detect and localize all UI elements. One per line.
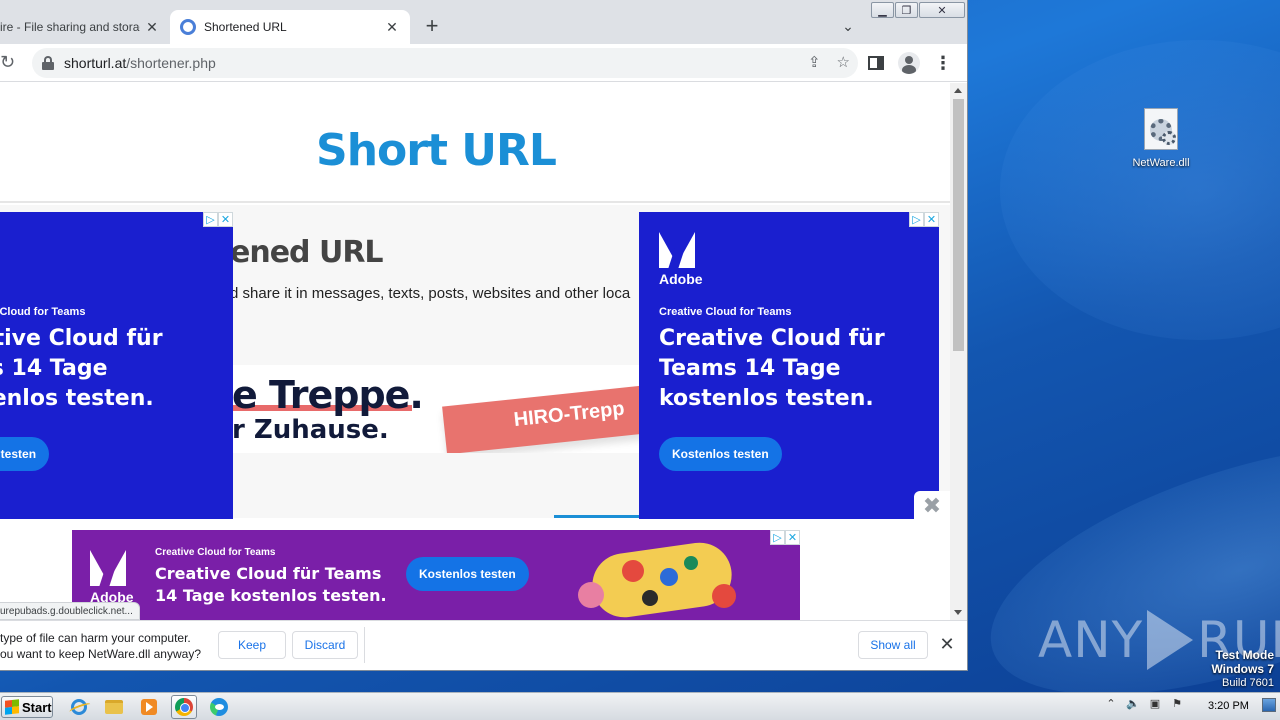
tab-file-sharing[interactable]: ire - File sharing and storage ✕ <box>0 10 166 44</box>
page-viewport: Short URL ened URL d share it in message… <box>0 83 950 620</box>
adobe-icon <box>659 232 695 268</box>
volume-icon[interactable]: 🔈 <box>1126 696 1140 710</box>
scroll-down-icon[interactable] <box>954 610 962 615</box>
ad-headline: reative Cloud für ams 14 Tage ostenlos t… <box>0 326 163 411</box>
play-icon <box>1147 610 1194 670</box>
download-warning: type of file can harm your computer. ou … <box>0 631 201 661</box>
internet-explorer-taskbar-icon[interactable] <box>66 695 92 719</box>
restore-button[interactable]: ❐ <box>895 2 918 18</box>
ad-close-icon[interactable]: ✕ <box>218 212 233 227</box>
system-tray: ⌃ 🔈 ▣ ⚑ <box>1104 696 1184 710</box>
adobe-icon <box>90 550 126 586</box>
menu-kebab-icon[interactable]: ⋮ <box>934 54 952 72</box>
left-adobe-ad[interactable]: ▷✕ Creative Cloud for Teams reative Clou… <box>0 212 233 519</box>
adobe-logo: Adobe <box>90 550 134 605</box>
lock-icon[interactable] <box>42 56 54 70</box>
dll-file-icon <box>1144 108 1178 150</box>
network-icon[interactable]: ▣ <box>1148 696 1162 710</box>
adchoices-icon[interactable]: ▷ <box>909 212 924 227</box>
ad-close-icon[interactable]: ✕ <box>785 530 800 545</box>
tray-expand-icon[interactable]: ⌃ <box>1104 696 1118 710</box>
window-controls: ▁ ❐ ✕ <box>871 2 966 18</box>
scrollbar-thumb[interactable] <box>953 99 964 351</box>
test-mode-watermark: Test Mode Windows 7 Build 7601 <box>1211 648 1274 689</box>
status-bubble: urepubads.g.doubleclick.net... <box>0 602 140 620</box>
ad-cta-button[interactable]: Kostenlos testen <box>659 437 782 471</box>
divider <box>364 627 365 663</box>
ad-cta-button[interactable]: Kostenlos testen <box>406 557 529 591</box>
ad-headline: Creative Cloud für Teams 14 Tage kostenl… <box>155 564 387 605</box>
adobe-logo: Adobe <box>659 232 703 287</box>
hiro-treppe-band: HIRO-Trepp <box>442 383 642 453</box>
tab-close-icon[interactable]: ✕ <box>144 19 160 35</box>
taskbar: Start ⌃ 🔈 ▣ ⚑ 3:20 PM <box>0 692 1280 720</box>
show-desktop-button[interactable] <box>1262 698 1276 712</box>
windows-logo-icon <box>5 699 19 715</box>
chrome-window: ire - File sharing and storage ✕ Shorten… <box>0 0 968 671</box>
tab-strip: ire - File sharing and storage ✕ Shorten… <box>0 0 967 44</box>
ad-illustration <box>562 534 762 620</box>
sticky-ad-close-icon[interactable]: ✖ <box>914 491 950 521</box>
site-header: Short URL <box>0 83 950 203</box>
hiro-treppe-ad[interactable]: e Treppe. r Zuhause. HIRO-Trepp <box>232 365 642 453</box>
browser-toolbar: ↻ shorturl.at/shortener.php ⇪ ☆ ⋮ <box>0 44 967 82</box>
ad-cta-button[interactable]: enlos testen <box>0 437 50 471</box>
keep-button[interactable]: Keep <box>218 631 286 659</box>
clock[interactable]: 3:20 PM <box>1208 700 1249 712</box>
profile-avatar-icon[interactable] <box>898 52 920 74</box>
ad-close-icon[interactable]: ✕ <box>924 212 939 227</box>
adchoices-icon[interactable]: ▷ <box>770 530 785 545</box>
bookmark-star-icon[interactable]: ☆ <box>837 53 850 71</box>
start-button[interactable]: Start <box>1 696 53 718</box>
scroll-up-icon[interactable] <box>954 88 962 93</box>
discard-button[interactable]: Discard <box>292 631 358 659</box>
page-description: d share it in messages, texts, posts, we… <box>230 285 631 302</box>
close-download-bar-icon[interactable]: ✕ <box>938 634 956 654</box>
tab-search-chevron-icon[interactable]: ⌄ <box>838 16 858 36</box>
share-icon[interactable]: ⇪ <box>808 53 821 71</box>
bottom-adobe-ad[interactable]: ▷ ✕ Adobe Creative Cloud for Teams Creati… <box>72 530 800 620</box>
reload-icon[interactable]: ↻ <box>0 52 20 72</box>
address-bar[interactable]: shorturl.at/shortener.php ⇪ ☆ <box>32 48 858 78</box>
favicon-icon <box>180 19 196 35</box>
desktop-icon-netware-dll[interactable]: NetWare.dll <box>1126 108 1196 169</box>
ad-headline: Creative Cloud für Teams 14 Tage kostenl… <box>659 326 885 411</box>
edge-taskbar-icon[interactable] <box>206 695 232 719</box>
chrome-taskbar-icon[interactable] <box>171 695 197 719</box>
tab-close-icon[interactable]: ✕ <box>384 19 400 35</box>
wallpaper-glow <box>1000 40 1280 340</box>
vertical-scrollbar[interactable] <box>950 83 967 620</box>
tab-shortened-url[interactable]: Shortened URL ✕ <box>170 10 410 44</box>
desktop-icon-label: NetWare.dll <box>1132 157 1190 169</box>
right-adobe-ad[interactable]: ▷ ✕ Adobe Creative Cloud for Teams Creati… <box>639 212 939 519</box>
site-title[interactable]: Short URL <box>0 125 872 176</box>
minimize-button[interactable]: ▁ <box>871 2 894 18</box>
media-player-taskbar-icon[interactable] <box>136 695 162 719</box>
page-heading: ened URL <box>230 235 384 270</box>
adchoices-icon[interactable]: ▷ <box>203 212 218 227</box>
action-center-flag-icon[interactable]: ⚑ <box>1170 696 1184 710</box>
new-tab-button[interactable]: + <box>420 13 444 38</box>
side-panel-icon[interactable] <box>868 56 884 70</box>
download-bar: type of file can harm your computer. ou … <box>0 620 967 670</box>
show-all-button[interactable]: Show all <box>858 631 928 659</box>
close-window-button[interactable]: ✕ <box>919 2 965 18</box>
explorer-folder-taskbar-icon[interactable] <box>101 695 127 719</box>
